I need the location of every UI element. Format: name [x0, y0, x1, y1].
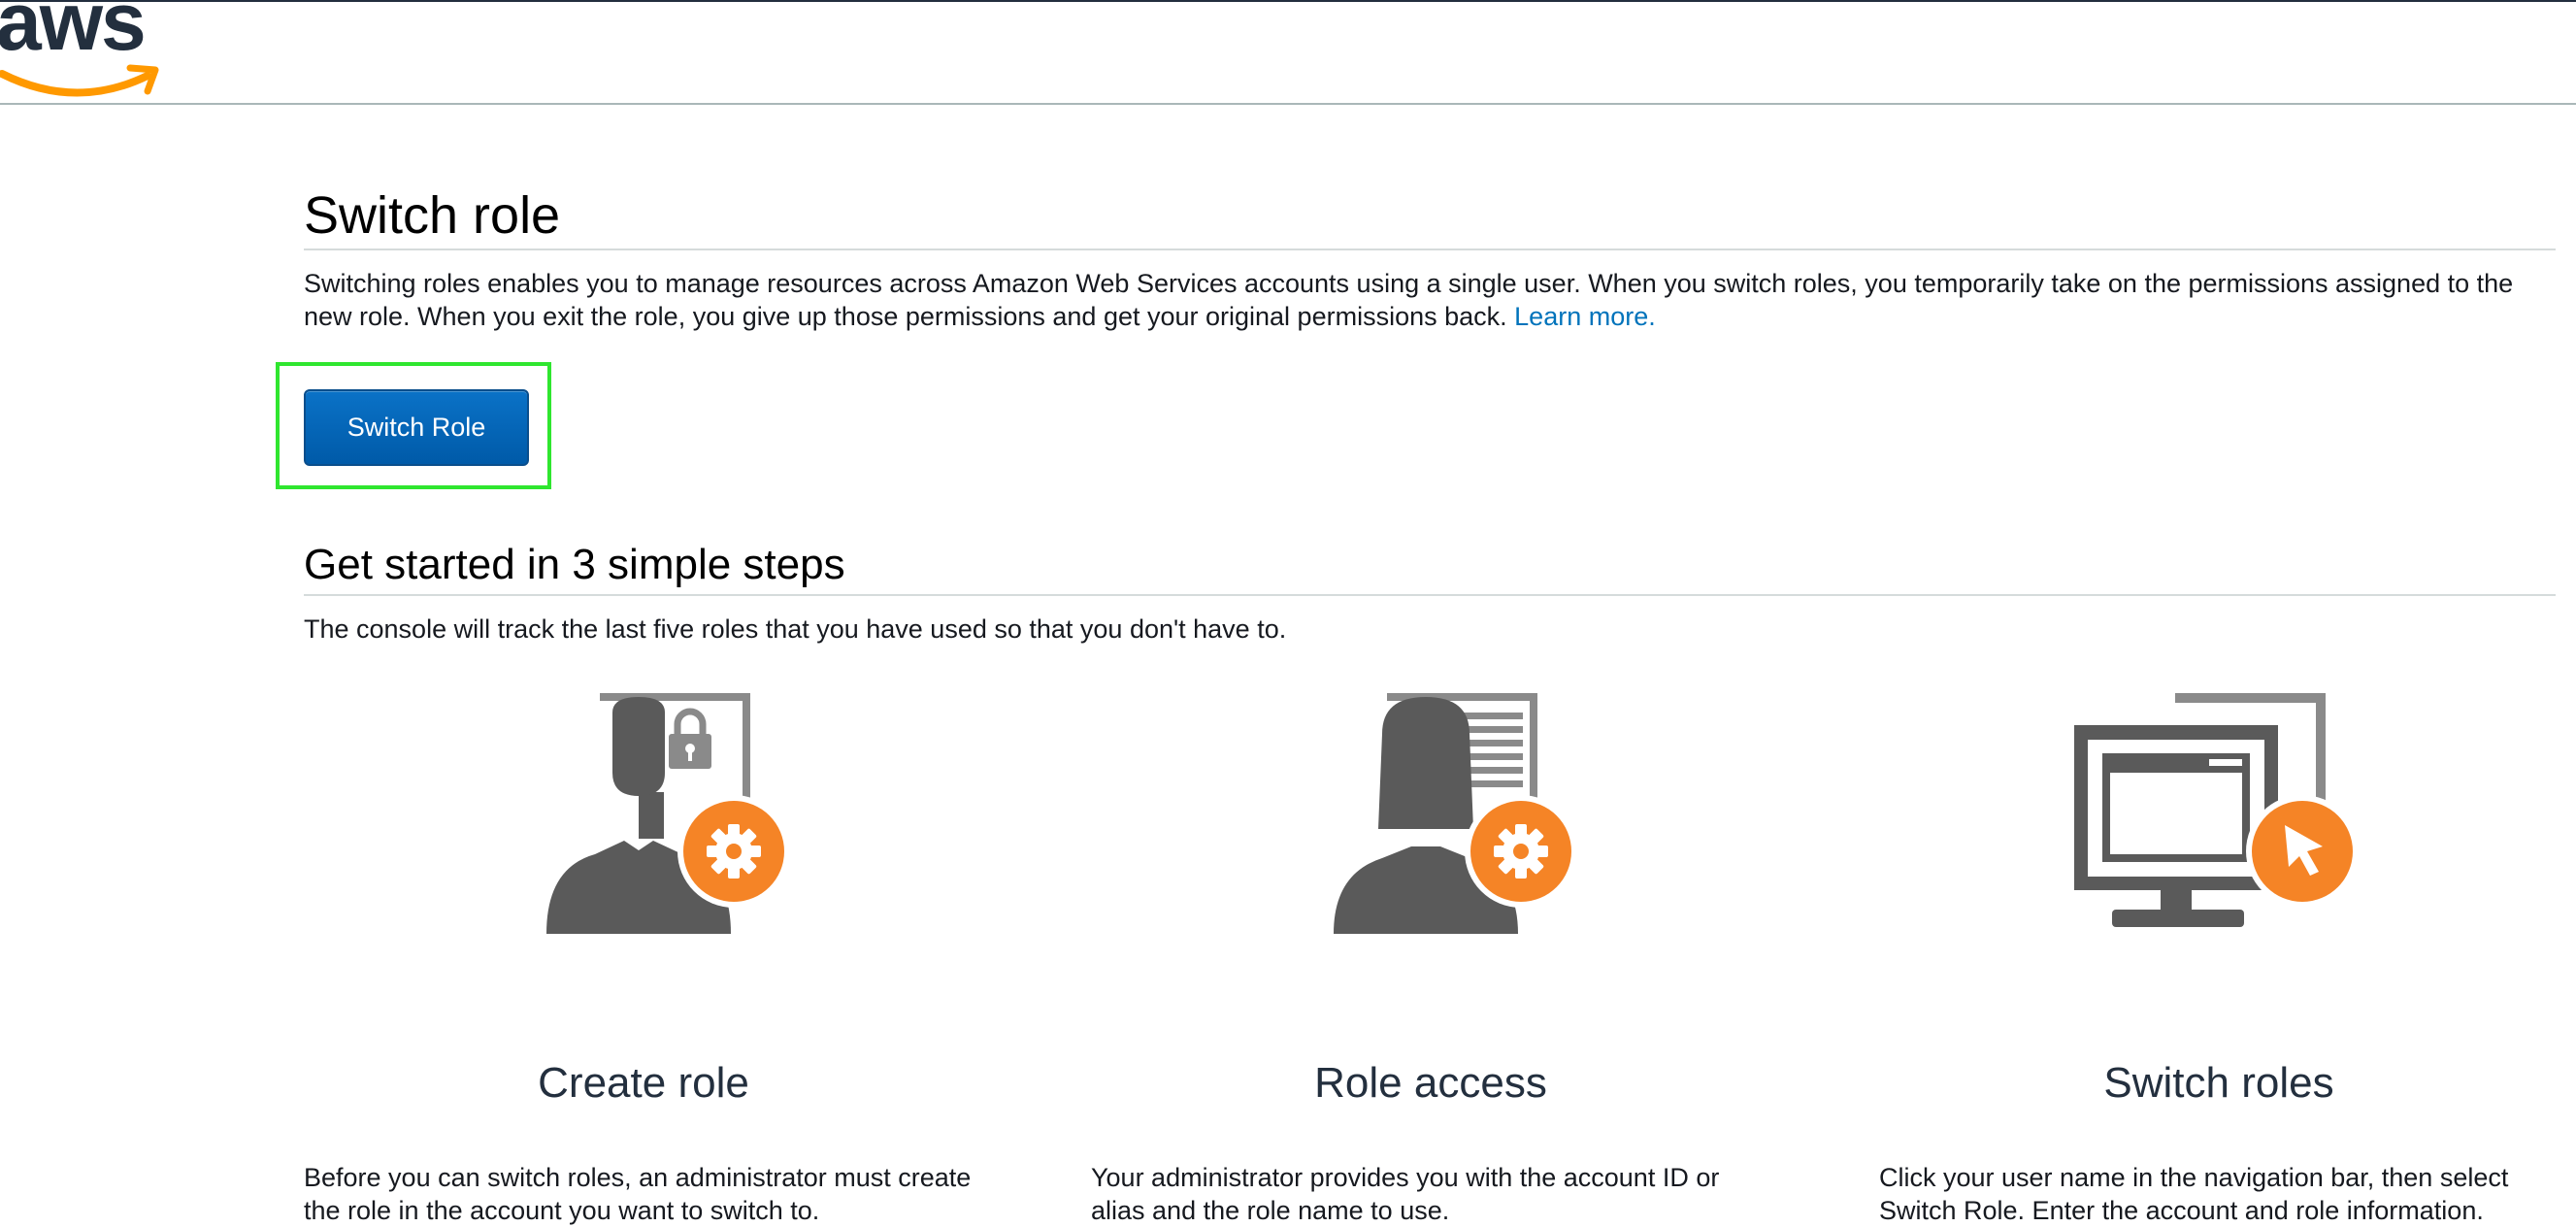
switch-role-description: Switching roles enables you to manage re… — [304, 267, 2546, 333]
steps-row: Create role Before you can switch roles,… — [304, 683, 2556, 1227]
get-started-description: The console will track the last five rol… — [304, 614, 1287, 644]
monitor-cursor-icon — [2074, 693, 2359, 927]
step-description: Before you can switch roles, an administ… — [304, 1163, 972, 1225]
switch-role-button[interactable]: Switch Role — [304, 389, 529, 466]
step-role-access: Role access Your administrator provides … — [1091, 683, 1770, 1227]
user-document-gear-icon — [1334, 693, 1577, 934]
get-started-divider — [304, 594, 2556, 596]
step-switch-roles: Switch roles Click your user name in the… — [1879, 683, 2559, 1227]
page-title: Switch role — [304, 186, 561, 245]
header: aws — [0, 0, 2576, 105]
step-create-role: Create role Before you can switch roles,… — [304, 683, 983, 1227]
step-title: Switch roles — [2103, 1059, 2334, 1107]
smile-arrow-icon — [0, 64, 159, 97]
title-divider — [304, 249, 2556, 250]
admin-lock-gear-icon — [546, 693, 790, 934]
aws-logo-text: aws — [0, 0, 147, 67]
description-text: Switching roles enables you to manage re… — [304, 269, 2514, 331]
learn-more-link[interactable]: Learn more. — [1514, 302, 1656, 331]
step-description: Click your user name in the navigation b… — [1879, 1163, 2509, 1225]
step-title: Role access — [1314, 1059, 1547, 1107]
get-started-title: Get started in 3 simple steps — [304, 541, 845, 588]
aws-logo[interactable]: aws — [0, 0, 165, 105]
step-title: Create role — [538, 1059, 749, 1107]
step-description: Your administrator provides you with the… — [1091, 1163, 1720, 1225]
